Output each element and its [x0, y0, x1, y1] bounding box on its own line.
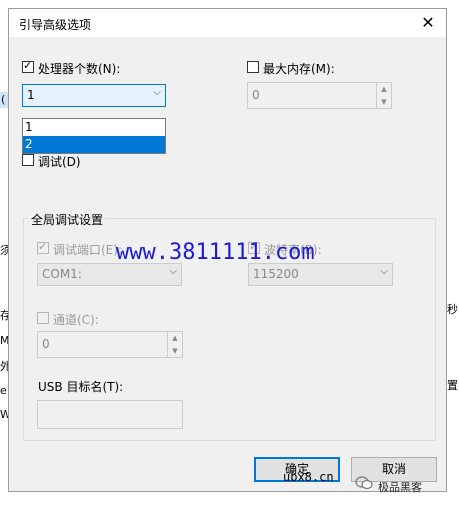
spin-up-icon[interactable]: ▲: [168, 332, 182, 345]
global-debug-group-title: 全局调试设置: [29, 211, 106, 228]
background-text: 秒: [447, 303, 458, 316]
channel-input[interactable]: 0 ▲ ▼: [37, 331, 183, 358]
max-memory-spinner: ▲ ▼: [376, 83, 391, 108]
debug-port-value: COM1:: [42, 267, 82, 281]
chevron-down-icon[interactable]: ⌵: [169, 266, 177, 277]
channel-checkbox[interactable]: [37, 312, 49, 324]
close-icon[interactable]: ✕: [418, 13, 438, 33]
usb-target-label: USB 目标名(T):: [38, 380, 124, 394]
processor-count-select[interactable]: 1 ⌵: [22, 84, 166, 107]
debug-label: 调试(D): [38, 155, 81, 169]
watermark-site: ubx8.cn: [283, 470, 334, 484]
max-memory-value: 0: [252, 88, 260, 102]
background-text: (: [1, 93, 6, 106]
watermark-text: www.3811111.com: [116, 240, 315, 265]
processor-count-label: 处理器个数(N):: [38, 62, 121, 76]
wechat-icon: [355, 476, 373, 490]
baud-rate-value: 115200: [253, 267, 299, 281]
channel-value: 0: [42, 337, 50, 351]
background-text: e: [0, 384, 7, 397]
debug-port-label: 调试端口(E):: [53, 243, 122, 257]
channel-label: 通道(C):: [53, 313, 99, 327]
processor-count-dropdown: 1 2: [22, 118, 166, 154]
debug-port-checkbox[interactable]: [37, 240, 49, 254]
max-memory-checkbox[interactable]: [247, 61, 259, 73]
spin-up-icon[interactable]: ▲: [377, 83, 391, 96]
title-bar: 引导高级选项 ✕: [9, 9, 446, 37]
dropdown-option-2[interactable]: 2: [23, 136, 165, 153]
max-memory-label: 最大内存(M):: [263, 62, 335, 76]
channel-spinner: ▲ ▼: [167, 332, 182, 357]
dropdown-option-1[interactable]: 1: [23, 119, 165, 136]
spin-down-icon[interactable]: ▼: [377, 96, 391, 109]
watermark-account: 极品黑客: [378, 481, 422, 494]
usb-target-input[interactable]: [37, 400, 183, 429]
debug-checkbox[interactable]: [22, 154, 34, 166]
debug-port-select[interactable]: COM1: ⌵: [37, 263, 182, 286]
processor-count-value: 1: [27, 88, 35, 102]
chevron-down-icon[interactable]: ⌵: [380, 266, 388, 277]
chevron-down-icon[interactable]: ⌵: [153, 87, 161, 98]
spin-down-icon[interactable]: ▼: [168, 345, 182, 358]
dialog-title: 引导高级选项: [19, 18, 92, 32]
max-memory-input[interactable]: 0 ▲ ▼: [247, 82, 392, 109]
processor-count-checkbox[interactable]: [22, 59, 34, 73]
baud-rate-select[interactable]: 115200 ⌵: [248, 263, 393, 286]
background-text: 置: [447, 379, 458, 392]
